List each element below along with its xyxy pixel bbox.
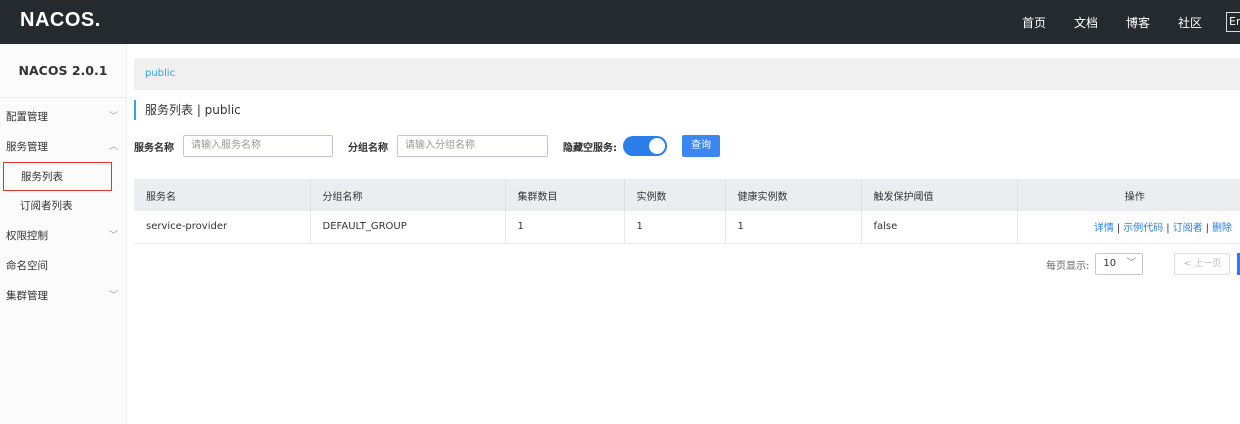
version-label: NACOS 2.0.1 (0, 44, 126, 98)
chevron-up-icon: ︿ (108, 142, 118, 152)
column-header-actions: 操作 (1017, 179, 1240, 211)
service-name-label: 服务名称 (134, 142, 174, 154)
filter-bar: 服务名称 请输入服务名称 分组名称 请输入分组名称 隐藏空服务: 查询 (134, 135, 720, 157)
page-size-select[interactable]: 10 ﹀ (1095, 253, 1144, 275)
top-nav: 首页 文档 博客 社区 En (994, 0, 1240, 44)
chevron-down-icon: ﹀ (108, 291, 118, 301)
service-table: 服务名 分组名称 集群数目 实例数 健康实例数 触发保护阈值 操作 servic… (134, 179, 1240, 244)
sidebar-item-cluster-management[interactable]: 集群管理 ﹀ (0, 281, 126, 311)
chevron-down-icon: ﹀ (108, 231, 118, 241)
cell-group-name: DEFAULT_GROUP (310, 211, 506, 244)
sidebar-item-config-management[interactable]: 配置管理 ﹀ (0, 102, 126, 132)
separator: | (1166, 223, 1170, 235)
sidebar-item-label: 服务管理 (6, 141, 48, 153)
column-header-cluster-count: 集群数目 (505, 179, 625, 211)
sidebar-item-service-list[interactable]: 服务列表 (3, 162, 112, 191)
column-header-healthy-instance-count: 健康实例数 (725, 179, 862, 211)
sidebar-item-access-control[interactable]: 权限控制 ﹀ (0, 221, 126, 251)
column-header-instance-count: 实例数 (624, 179, 726, 211)
query-button[interactable]: 查询 (682, 135, 720, 157)
delete-link[interactable]: 删除 (1212, 223, 1232, 234)
sidebar: NACOS 2.0.1 配置管理 ﹀ 服务管理 ︿ 服务列表 订阅者列表 权限控… (0, 44, 127, 424)
column-header-protect-threshold: 触发保护阈值 (861, 179, 1018, 211)
column-header-group-name: 分组名称 (310, 179, 506, 211)
separator: | (1116, 223, 1121, 235)
cell-instance-count: 1 (624, 211, 726, 244)
cell-healthy-count: 1 (725, 211, 862, 244)
nav-docs[interactable]: 文档 (1074, 14, 1098, 31)
page-size-value: 10 (1103, 258, 1117, 269)
sidebar-item-label: 配置管理 (6, 111, 48, 123)
separator: | (1205, 223, 1209, 235)
column-header-service-name: 服务名 (134, 179, 311, 211)
cell-service-name: service-provider (134, 211, 311, 244)
prev-page-button[interactable]: < 上一页 (1174, 253, 1231, 275)
table-header-row: 服务名 分组名称 集群数目 实例数 健康实例数 触发保护阈值 操作 (134, 179, 1240, 211)
table-row: service-provider DEFAULT_GROUP 1 1 1 fal… (134, 211, 1240, 244)
nav-community[interactable]: 社区 (1178, 14, 1202, 31)
page-size-label: 每页显示: (1046, 260, 1090, 272)
details-link[interactable]: 详情 (1094, 223, 1114, 234)
group-name-input[interactable]: 请输入分组名称 (397, 135, 548, 157)
sidebar-item-label: 权限控制 (6, 230, 48, 242)
subscribers-link[interactable]: 订阅者 (1173, 223, 1203, 234)
toggle-knob (649, 138, 665, 154)
sidebar-item-label: 订阅者列表 (20, 200, 73, 212)
sidebar-item-label: 命名空间 (6, 260, 48, 272)
sidebar-item-service-management[interactable]: 服务管理 ︿ (0, 132, 126, 162)
nacos-logo[interactable]: NACOS. (20, 9, 101, 32)
cell-protect-threshold: false (861, 211, 1018, 244)
language-switch-button[interactable]: En (1226, 12, 1240, 32)
sidebar-item-subscriber-list[interactable]: 订阅者列表 (0, 191, 126, 221)
service-name-input[interactable]: 请输入服务名称 (183, 135, 333, 157)
group-name-label: 分组名称 (348, 142, 388, 154)
breadcrumb-namespace-link[interactable]: public (145, 68, 175, 79)
chevron-down-icon: ﹀ (1126, 258, 1137, 269)
nav-home[interactable]: 首页 (1022, 14, 1046, 31)
chevron-down-icon: ﹀ (108, 112, 118, 122)
sidebar-item-label: 集群管理 (6, 290, 48, 302)
nav-blog[interactable]: 博客 (1126, 14, 1150, 31)
hide-empty-services-toggle[interactable] (623, 136, 667, 156)
sidebar-item-label: 服务列表 (21, 171, 63, 183)
breadcrumb: public (134, 58, 1240, 90)
cell-actions: 详情 | 示例代码 | 订阅者 | 删除 (1017, 211, 1240, 244)
pagination: 每页显示: 10 ﹀ < 上一页 (1046, 253, 1231, 275)
top-navbar: NACOS. 首页 文档 博客 社区 En (0, 0, 1240, 44)
sample-code-link[interactable]: 示例代码 (1123, 223, 1163, 234)
page-title: 服务列表 | public (134, 100, 241, 120)
hide-empty-services-label: 隐藏空服务: (563, 142, 617, 154)
sidebar-item-namespace[interactable]: 命名空间 (0, 251, 126, 281)
cell-cluster-count: 1 (505, 211, 625, 244)
